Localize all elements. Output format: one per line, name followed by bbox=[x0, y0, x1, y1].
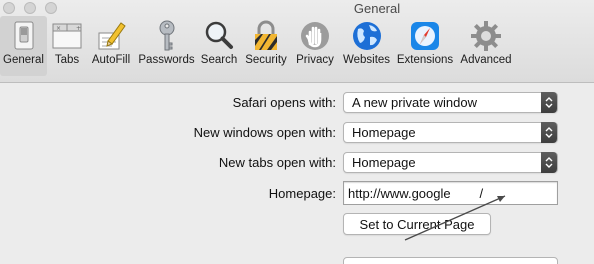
general-pane: Safari opens with: A new private window … bbox=[0, 84, 594, 264]
homepage-input[interactable] bbox=[344, 182, 557, 204]
new-tabs-popup[interactable]: Homepage bbox=[343, 152, 558, 173]
hand-icon bbox=[301, 22, 329, 50]
tab-websites-label: Websites bbox=[342, 54, 391, 66]
new-tabs-label: New tabs open with: bbox=[218, 155, 336, 170]
set-to-current-page-button[interactable]: Set to Current Page bbox=[343, 213, 491, 235]
svg-text:+: + bbox=[76, 25, 81, 32]
tabs-icon: × + bbox=[52, 23, 82, 49]
preferences-toolbar: General × + Tabs AutoFill Passwords Sear… bbox=[0, 16, 517, 76]
popup-chevron-icon bbox=[541, 122, 557, 143]
homepage-label: Homepage: bbox=[268, 186, 336, 201]
general-switch-icon bbox=[14, 21, 33, 50]
tab-security-label: Security bbox=[245, 54, 287, 66]
tab-advanced[interactable]: Advanced bbox=[455, 16, 517, 76]
tab-extensions[interactable]: Extensions bbox=[395, 16, 455, 76]
new-windows-value: Homepage bbox=[352, 125, 416, 140]
safari-opens-with-row: Safari opens with: A new private window bbox=[0, 92, 594, 114]
new-tabs-row: New tabs open with: Homepage bbox=[0, 152, 594, 174]
svg-text:×: × bbox=[56, 25, 61, 32]
tab-general-label: General bbox=[3, 54, 44, 66]
partial-popup[interactable] bbox=[343, 257, 558, 264]
globe-icon bbox=[352, 22, 381, 50]
safari-opens-with-value: A new private window bbox=[352, 95, 478, 110]
autofill-pencil-icon bbox=[98, 22, 126, 50]
padlock-icon bbox=[255, 20, 277, 50]
tab-privacy[interactable]: Privacy bbox=[292, 16, 338, 76]
gear-icon bbox=[471, 21, 501, 51]
magnifier-icon bbox=[205, 21, 233, 49]
homepage-row: Homepage: bbox=[0, 181, 594, 205]
partially-visible-row bbox=[0, 257, 594, 264]
tab-tabs[interactable]: × + Tabs bbox=[47, 16, 87, 76]
safari-opens-with-label: Safari opens with: bbox=[232, 95, 336, 110]
tab-general[interactable]: General bbox=[0, 16, 47, 76]
compass-icon bbox=[411, 22, 439, 50]
tab-search-label: Search bbox=[200, 54, 238, 66]
tab-autofill[interactable]: AutoFill bbox=[87, 16, 135, 76]
window-titlebar: General General × + Tabs AutoFill Passwo… bbox=[0, 0, 594, 83]
new-windows-row: New windows open with: Homepage bbox=[0, 122, 594, 144]
tab-websites[interactable]: Websites bbox=[338, 16, 395, 76]
tab-autofill-label: AutoFill bbox=[91, 54, 131, 66]
set-current-page-row: Set to Current Page bbox=[0, 213, 594, 235]
tab-search[interactable]: Search bbox=[198, 16, 240, 76]
tab-extensions-label: Extensions bbox=[396, 54, 454, 66]
key-icon bbox=[159, 20, 174, 51]
tab-tabs-label: Tabs bbox=[54, 54, 80, 66]
popup-chevron-icon bbox=[541, 92, 557, 113]
popup-chevron-icon bbox=[541, 152, 557, 173]
tab-security[interactable]: Security bbox=[240, 16, 292, 76]
new-tabs-value: Homepage bbox=[352, 155, 416, 170]
new-windows-popup[interactable]: Homepage bbox=[343, 122, 558, 143]
tab-privacy-label: Privacy bbox=[296, 54, 334, 66]
safari-opens-with-popup[interactable]: A new private window bbox=[343, 92, 558, 113]
window-title: General bbox=[353, 1, 401, 16]
new-windows-label: New windows open with: bbox=[193, 125, 336, 140]
homepage-field[interactable] bbox=[343, 181, 558, 205]
tab-advanced-label: Advanced bbox=[460, 54, 512, 66]
tab-passwords-label: Passwords bbox=[138, 54, 195, 66]
tab-passwords[interactable]: Passwords bbox=[135, 16, 198, 76]
